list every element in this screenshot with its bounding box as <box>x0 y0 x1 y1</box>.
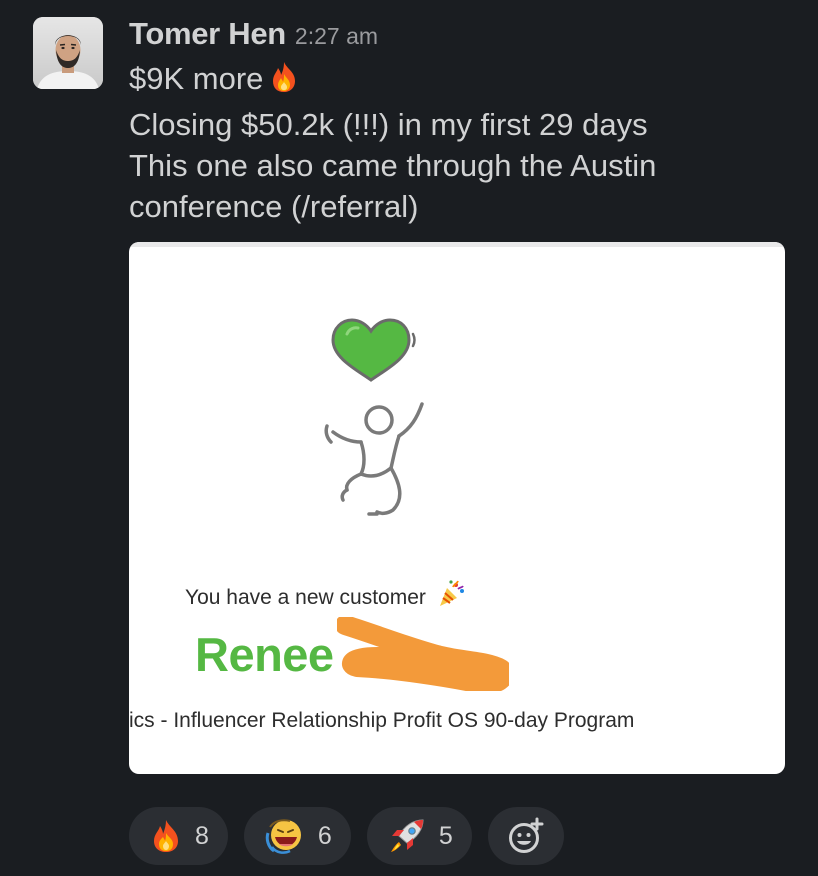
celebration-figure-icon <box>324 402 424 516</box>
rocket-icon <box>390 819 424 852</box>
reaction-count: 6 <box>317 821 332 850</box>
message-body: Tomer Hen 2:27 am $9K more Closing $50.2… <box>129 16 799 227</box>
author-name[interactable]: Tomer Hen <box>129 16 286 52</box>
fire-icon <box>267 60 301 104</box>
notification-text: You have a new customer <box>185 586 426 609</box>
customer-name: Renee <box>195 628 334 681</box>
fire-icon <box>154 820 178 852</box>
message-header: Tomer Hen 2:27 am <box>129 16 799 58</box>
attachment-divider <box>129 242 785 247</box>
program-name: ics - Influencer Relationship Profit OS … <box>129 709 635 732</box>
add-reaction-button[interactable] <box>487 807 564 865</box>
party-popper-icon <box>436 579 466 615</box>
message-line: This one also came through the Austin <box>129 148 657 183</box>
redaction-scribble <box>337 617 509 691</box>
slack-message: Tomer Hen 2:27 am $9K more Closing $50.2… <box>0 0 818 876</box>
message-line-text: $9K more <box>129 61 264 96</box>
reaction-rocket[interactable]: 5 <box>366 807 472 865</box>
image-attachment[interactable]: You have a new customer Renee ics - Infl… <box>129 242 785 774</box>
heart-icon <box>331 318 416 382</box>
avatar-photo <box>33 17 103 89</box>
message-line: $9K more <box>129 58 799 104</box>
avatar[interactable] <box>33 17 103 89</box>
message-line: conference (/referral) <box>129 189 419 224</box>
timestamp[interactable]: 2:27 am <box>295 23 378 50</box>
message-line: Closing $50.2k (!!!) in my first 29 days <box>129 107 648 142</box>
reaction-count: 5 <box>438 821 453 850</box>
reaction-count: 8 <box>195 821 209 850</box>
reaction-laughing[interactable]: 6 <box>243 807 351 865</box>
reaction-bar: 8 6 5 <box>129 807 564 865</box>
reaction-fire[interactable]: 8 <box>129 807 228 865</box>
new-customer-notification: You have a new customer <box>185 579 466 615</box>
add-emoji-icon <box>508 817 544 853</box>
laughing-face-icon <box>265 819 301 854</box>
